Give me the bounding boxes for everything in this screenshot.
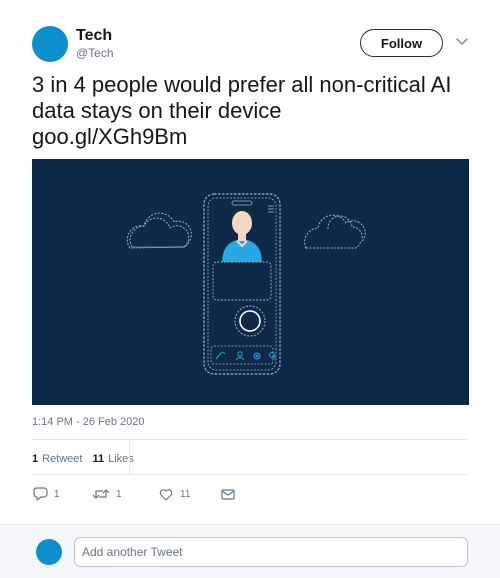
person-icon xyxy=(222,209,262,263)
phone-illustration xyxy=(126,193,366,375)
likes-count: 11 xyxy=(92,453,105,465)
user-icon xyxy=(235,351,245,361)
chevron-down-icon[interactable] xyxy=(455,37,469,47)
heart-icon xyxy=(159,489,173,501)
tweet-timestamp[interactable]: 1:14 PM - 26 Feb 2020 xyxy=(32,416,145,428)
like-button[interactable]: 11 xyxy=(158,486,190,502)
reply-icon xyxy=(33,487,48,501)
tweet-media[interactable] xyxy=(32,159,469,405)
retweets-count: 1 xyxy=(32,453,39,465)
cloud-icon xyxy=(126,212,192,249)
home-button-icon xyxy=(234,305,266,337)
divider xyxy=(32,439,468,440)
author-avatar[interactable] xyxy=(32,26,68,62)
likes-stat[interactable]: 11 Likes xyxy=(92,453,133,465)
tweet-header: Tech @Tech Follow xyxy=(0,0,500,70)
retweet-icon xyxy=(92,489,110,499)
divider xyxy=(32,474,468,475)
tweet-text: 3 in 4 people would prefer all non-criti… xyxy=(32,72,472,150)
pencil-icon xyxy=(215,351,226,360)
reply-count: 1 xyxy=(54,488,60,500)
reply-button[interactable]: 1 xyxy=(32,486,60,502)
tweet-body: 3 in 4 people would prefer all non-criti… xyxy=(32,72,452,123)
author-name[interactable]: Tech xyxy=(76,27,112,45)
retweet-button[interactable]: 1 xyxy=(92,486,122,502)
author-handle[interactable]: @Tech xyxy=(76,46,114,60)
reply-bar xyxy=(0,524,500,578)
like-count: 11 xyxy=(180,488,191,500)
direct-message-button[interactable] xyxy=(220,486,236,502)
follow-button[interactable]: Follow xyxy=(360,29,443,57)
stats-separator xyxy=(129,440,130,474)
retweets-stat[interactable]: 1 Retweet xyxy=(32,453,82,465)
retweets-label: Retweet xyxy=(42,453,83,465)
reply-input[interactable] xyxy=(74,537,468,567)
user-avatar xyxy=(36,539,62,565)
settings-icon xyxy=(253,352,261,360)
tweet-link[interactable]: goo.gl/XGh9Bm xyxy=(32,124,472,150)
envelope-icon xyxy=(221,489,235,500)
cloud-icon xyxy=(304,214,366,249)
tweet-stats: 1 Retweet 11 Likes xyxy=(32,453,134,465)
retweet-count: 1 xyxy=(116,488,122,500)
